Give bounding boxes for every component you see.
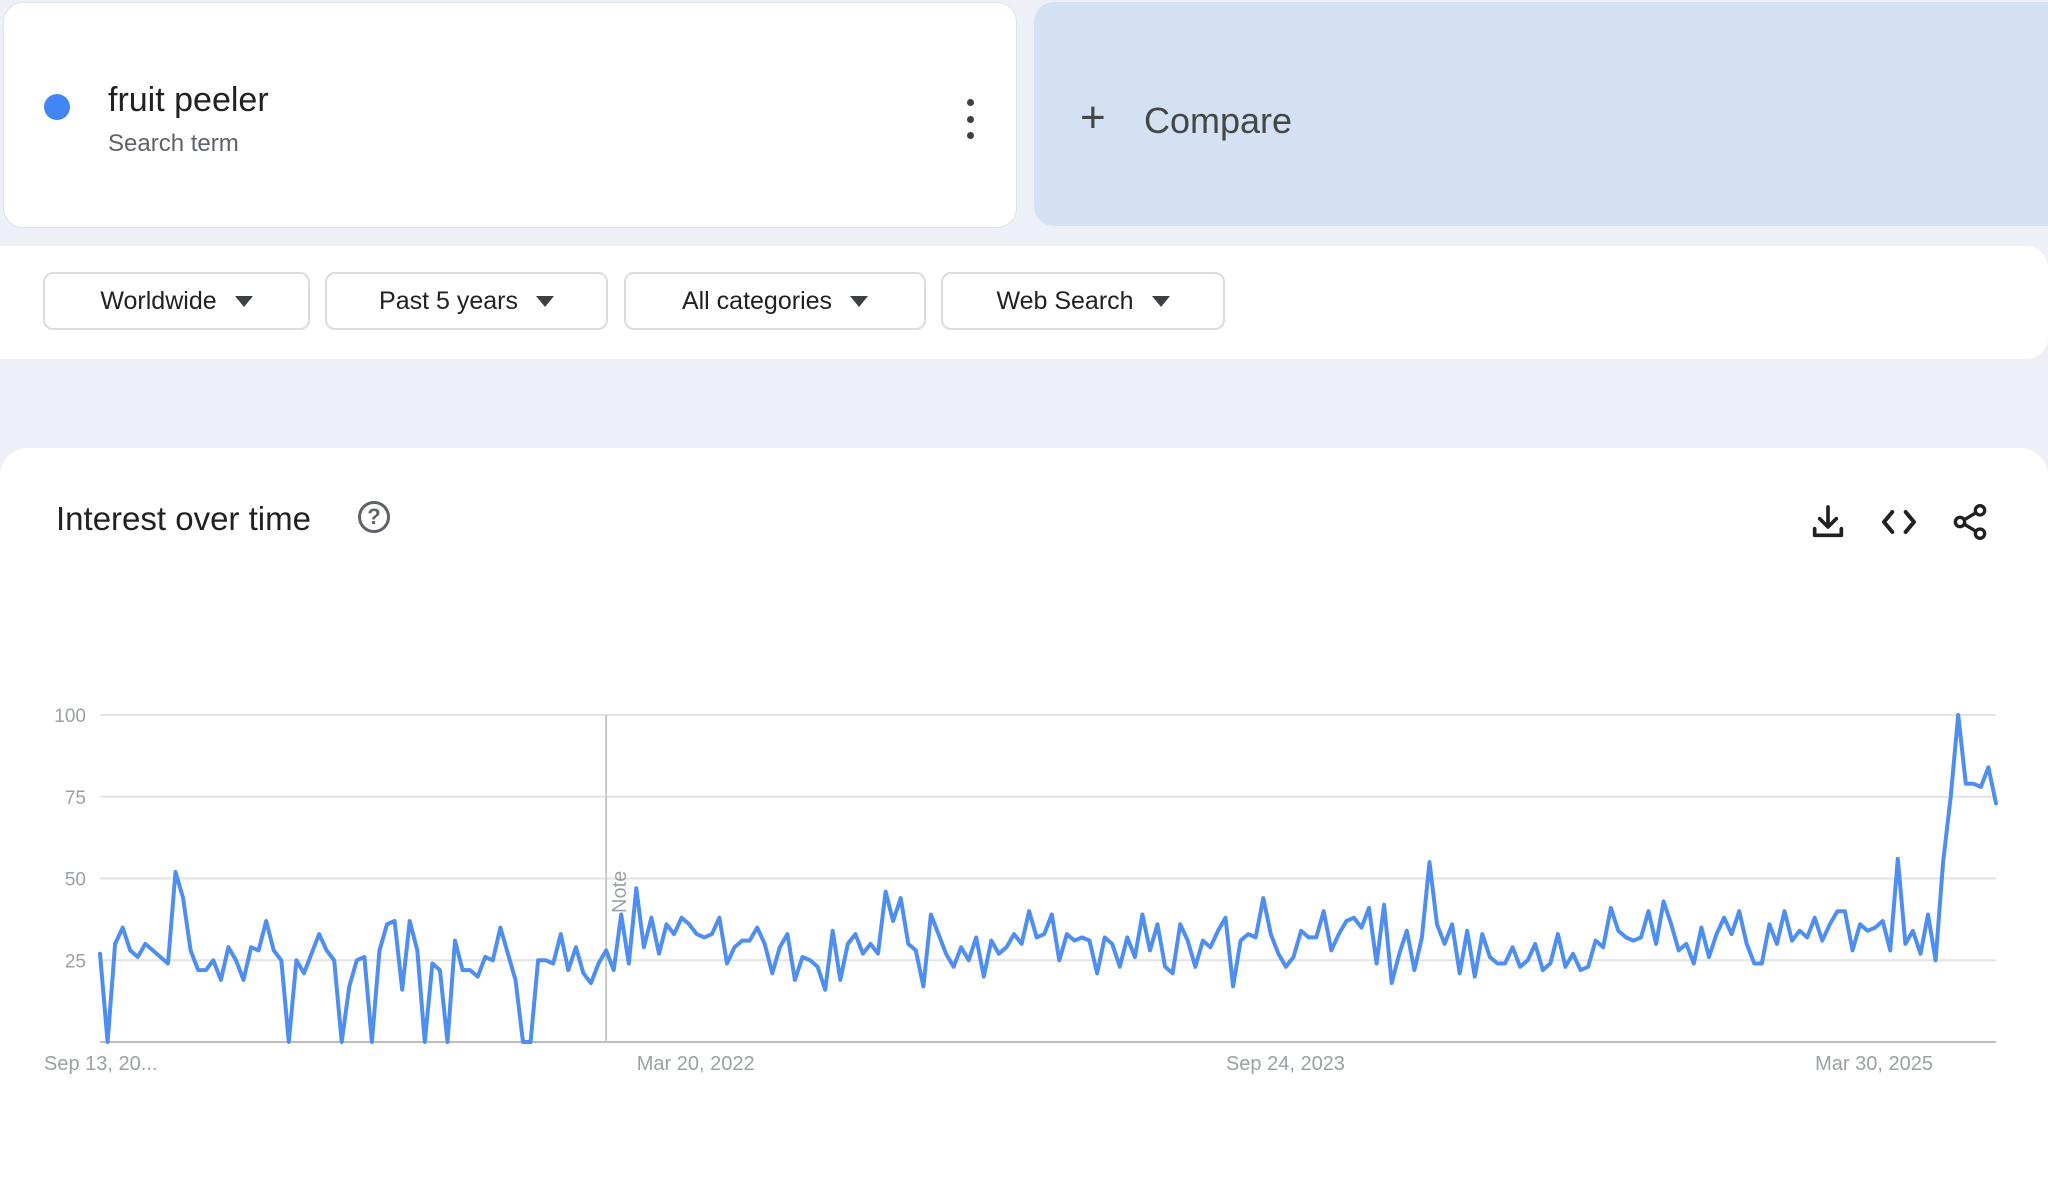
search-term-type: Search term [108, 130, 239, 157]
caret-down-icon [234, 295, 253, 307]
caret-down-icon [535, 295, 554, 307]
x-tick-label: Mar 20, 2022 [637, 1053, 755, 1075]
search-type-label: Web Search [996, 286, 1134, 315]
search-term-name[interactable]: fruit peeler [108, 81, 269, 120]
search-type-dropdown[interactable]: Web Search [941, 272, 1225, 330]
category-dropdown[interactable]: All categories [624, 272, 926, 330]
x-tick-label: Mar 30, 2025 [1815, 1053, 1933, 1075]
region-dropdown[interactable]: Worldwide [43, 272, 310, 330]
interest-line-chart: 25 50 75 100 Note Sep 13, 20... Mar 20, 2022 Se… [44, 706, 1998, 1075]
compare-button[interactable]: + Compare [1034, 2, 2048, 226]
time-range-label: Past 5 years [379, 286, 518, 315]
category-label: All categories [681, 286, 833, 315]
series-color-dot [44, 94, 70, 120]
compare-label: Compare [1144, 100, 1293, 141]
x-tick-label: Sep 13, 20... [44, 1053, 157, 1075]
interest-over-time-card: Interest over time ? 25 50 75 100 Note Sep 13… [0, 448, 2048, 1203]
filter-bar: Worldwide Past 5 years All categories We… [0, 246, 2048, 359]
more-options-icon[interactable] [957, 99, 983, 139]
y-tick-label: 50 [65, 870, 86, 891]
plus-icon: + [1080, 93, 1106, 142]
y-tick-label: 100 [54, 706, 86, 727]
region-label: Worldwide [100, 286, 217, 315]
caret-down-icon [1151, 295, 1170, 307]
caret-down-icon [850, 295, 869, 307]
annotation-label: Note [609, 871, 631, 913]
x-tick-label: Sep 24, 2023 [1226, 1053, 1345, 1075]
y-tick-label: 25 [65, 951, 86, 972]
time-range-dropdown[interactable]: Past 5 years [325, 272, 608, 330]
search-term-card: fruit peeler Search term [3, 2, 1017, 228]
y-tick-label: 75 [65, 788, 86, 809]
